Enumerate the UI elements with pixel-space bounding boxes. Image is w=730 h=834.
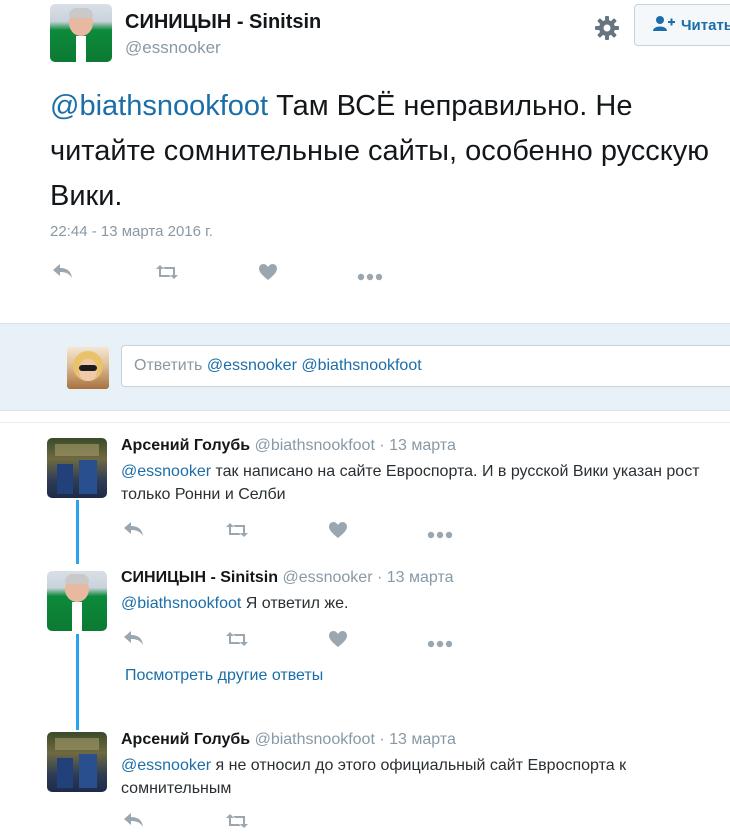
like-icon[interactable] <box>328 630 348 653</box>
reply-header: Арсений Голубь @biathsnookfoot · 13 март… <box>121 731 456 749</box>
avatar-shirt <box>72 602 82 631</box>
reply-icon[interactable] <box>123 812 145 833</box>
avatar-detail <box>79 460 97 494</box>
more-replies-link[interactable]: Посмотреть другие ответы <box>125 667 323 685</box>
tweet-text: @biathsnookfoot Там ВСЁ неправильно. Не … <box>50 84 730 219</box>
avatar-detail <box>55 444 99 456</box>
reply-header: СИНИЦЫН - Sinitsin @essnooker · 13 марта <box>121 569 453 587</box>
retweet-icon[interactable] <box>224 813 250 834</box>
separator: · <box>374 437 390 454</box>
reply-mentions: @essnooker @biathsnookfoot <box>206 357 422 374</box>
avatar-sunglasses <box>79 365 97 371</box>
reply-mention-link[interactable]: @essnooker <box>121 757 211 774</box>
reply-mention-link[interactable]: @biathsnookfoot <box>121 595 241 612</box>
tweet-mention-link[interactable]: @biathsnookfoot <box>50 90 268 122</box>
follow-button[interactable]: Читать <box>634 4 730 46</box>
current-user-avatar <box>67 347 109 389</box>
author-name[interactable]: СИНИЦЫН - Sinitsin <box>125 11 321 34</box>
retweet-icon[interactable] <box>154 264 180 285</box>
reply-author-name[interactable]: СИНИЦЫН - Sinitsin <box>121 569 278 586</box>
like-icon[interactable] <box>258 263 278 286</box>
reply-body: Я ответил же. <box>241 595 349 612</box>
divider <box>0 422 730 423</box>
more-icon[interactable] <box>427 635 453 653</box>
reply-text: @essnooker я не относил до этого официал… <box>121 754 721 800</box>
like-icon[interactable] <box>328 521 348 544</box>
reply-date[interactable]: 13 марта <box>389 437 456 454</box>
reply-header: Арсений Голубь @biathsnookfoot · 13 март… <box>121 437 456 455</box>
reply-author-handle[interactable]: @biathsnookfoot <box>255 437 375 454</box>
more-icon[interactable] <box>427 526 453 544</box>
separator: · <box>374 731 390 748</box>
thread-line <box>76 500 79 564</box>
reply-avatar[interactable] <box>47 732 107 792</box>
author-handle[interactable]: @essnooker <box>125 38 221 58</box>
reply-text: @essnooker так написано на сайте Евроспо… <box>121 460 730 506</box>
gear-icon[interactable] <box>594 15 620 41</box>
reply-text: @biathsnookfoot Я ответил же. <box>121 592 730 615</box>
reply-placeholder: Ответить <box>134 357 207 374</box>
tweet-timestamp[interactable]: 22:44 - 13 марта 2016 г. <box>50 223 213 240</box>
reply-author-handle[interactable]: @essnooker <box>282 569 372 586</box>
reply-author-handle[interactable]: @biathsnookfoot <box>255 731 375 748</box>
reply-icon[interactable] <box>123 630 145 651</box>
avatar-shirt <box>76 36 86 62</box>
reply-date[interactable]: 13 марта <box>389 731 456 748</box>
retweet-icon[interactable] <box>224 522 250 543</box>
reply-input[interactable]: Ответить @essnooker @biathsnookfoot <box>121 345 730 387</box>
reply-icon[interactable] <box>52 263 74 284</box>
avatar-detail <box>55 738 99 750</box>
reply-mention-link[interactable]: @essnooker <box>121 463 211 480</box>
more-icon[interactable] <box>357 268 383 286</box>
avatar-detail <box>57 758 73 788</box>
avatar-hair <box>69 8 93 18</box>
reply-author-name[interactable]: Арсений Голубь <box>121 731 250 748</box>
avatar-detail <box>57 464 73 494</box>
separator: · <box>372 569 387 586</box>
author-avatar[interactable] <box>50 4 112 62</box>
reply-avatar[interactable] <box>47 571 107 631</box>
reply-date[interactable]: 13 марта <box>387 569 454 586</box>
retweet-icon[interactable] <box>224 631 250 652</box>
reply-icon[interactable] <box>123 521 145 542</box>
reply-author-name[interactable]: Арсений Голубь <box>121 437 250 454</box>
follow-user-icon <box>653 15 675 35</box>
avatar-detail <box>79 754 97 788</box>
reply-avatar[interactable] <box>47 438 107 498</box>
follow-label: Читать <box>681 16 730 34</box>
thread-line <box>76 634 79 730</box>
avatar-hair <box>65 574 89 584</box>
